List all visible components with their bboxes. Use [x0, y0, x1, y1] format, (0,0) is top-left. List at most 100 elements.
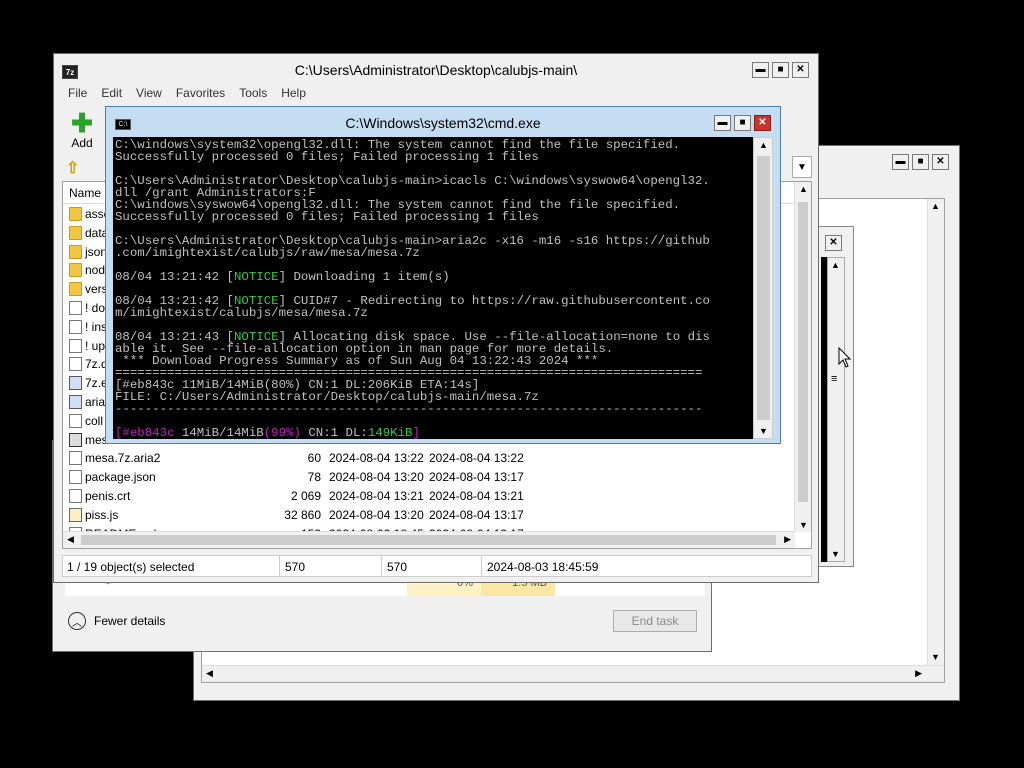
close-icon[interactable]: ✕ [754, 115, 771, 131]
vertical-scrollbar[interactable]: ▲ ▼ [927, 199, 944, 682]
close-icon[interactable]: ✕ [932, 154, 949, 170]
file-name: aria [85, 395, 106, 409]
file-modified: 2024-08-04 13:22 [329, 451, 424, 466]
horizontal-scrollbar[interactable]: ◀ ▶ [63, 531, 795, 548]
scroll-thumb[interactable] [81, 535, 776, 545]
vertical-scrollbar[interactable]: ▲ ▼ [794, 182, 811, 532]
mouse-cursor-icon [838, 347, 852, 368]
file-row[interactable]: mesa.7z.aria2 60 2024-08-04 13:22 2024-08-0… [63, 449, 793, 468]
script-icon [69, 413, 82, 428]
menu-help[interactable]: Help [281, 86, 306, 100]
horizontal-scrollbar[interactable]: ◀ ▶ [202, 665, 944, 682]
scroll-down-arrow-icon[interactable]: ▼ [759, 426, 768, 436]
menu-file[interactable]: File [68, 86, 87, 100]
scroll-down-arrow-icon[interactable]: ▼ [931, 652, 940, 662]
console-line: ----------------------------------------… [115, 402, 703, 416]
file-created: 2024-08-04 13:17 [429, 470, 524, 485]
scroll-grip-icon[interactable]: ≡ [831, 373, 837, 385]
scroll-up-arrow-icon[interactable]: ▲ [931, 201, 940, 211]
fewer-details-label: Fewer details [94, 614, 166, 628]
file-name: mesa.7z.aria2 [85, 451, 161, 466]
scroll-thumb[interactable] [757, 156, 770, 420]
cmd-window[interactable]: C:\ C:\Windows\system32\cmd.exe ▬ ■ ✕ C:… [105, 106, 781, 444]
scroll-up-arrow-icon[interactable]: ▲ [831, 260, 840, 270]
add-label: Add [71, 136, 93, 150]
exe-icon [69, 376, 82, 391]
minimize-icon[interactable]: ▬ [892, 154, 909, 170]
folder-icon [69, 263, 82, 278]
file-name: penis.crt [85, 489, 131, 503]
file-size: 78 [307, 470, 321, 485]
scroll-up-arrow-icon[interactable]: ▲ [759, 140, 768, 150]
file-name: coll [85, 413, 104, 428]
scroll-thumb[interactable] [798, 202, 808, 502]
file-icon [69, 489, 82, 503]
address-dropdown-icon[interactable]: ▼ [792, 156, 812, 178]
chevron-up-icon: ︿ [68, 612, 86, 630]
scroll-left-arrow-icon[interactable]: ◀ [67, 534, 74, 545]
minimize-icon[interactable]: ▬ [752, 62, 769, 78]
file-modified: 2024-08-04 13:21 [329, 489, 424, 503]
menu-view[interactable]: View [136, 86, 162, 100]
menu-favorites[interactable]: Favorites [176, 86, 225, 100]
console-line: [#eb843c 14MiB/14MiB(99%) CN:1 DL:149KiB… [115, 426, 420, 439]
scroll-down-arrow-icon[interactable]: ▼ [831, 549, 840, 559]
exe-icon [69, 395, 82, 409]
close-icon[interactable]: ✕ [792, 62, 809, 78]
vertical-scrollbar[interactable]: ▲ ≡ ▼ [827, 257, 845, 562]
menu-bar: File Edit View Favorites Tools Help [68, 86, 306, 100]
dark-side-window[interactable]: ✕ ▲ ≡ ▼ [818, 226, 854, 567]
folder-icon [69, 244, 82, 259]
script-icon [69, 301, 82, 315]
file-name: ! up [85, 338, 106, 353]
file-size: 32 860 [284, 507, 321, 522]
console-line: .com/imightexist/calubjs/raw/mesa/mesa.7… [115, 246, 420, 260]
file-row[interactable]: penis.crt 2 069 2024-08-04 13:21 2024-08-04… [63, 487, 793, 506]
script-icon [69, 338, 82, 353]
scroll-left-arrow-icon[interactable]: ◀ [206, 668, 213, 679]
scroll-up-arrow-icon[interactable]: ▲ [799, 184, 808, 194]
end-task-button[interactable]: End task [613, 610, 697, 632]
maximize-icon[interactable]: ■ [734, 115, 751, 131]
console-output[interactable]: C:\windows\system32\opengl32.dll: The sy… [113, 137, 753, 439]
status-bar: 1 / 19 object(s) selected 570 570 2024-0… [62, 555, 812, 577]
file-created: 2024-08-04 13:17 [429, 507, 524, 522]
archive-icon [69, 432, 82, 447]
file-name: piss.js [85, 507, 119, 522]
folder-icon [69, 225, 82, 240]
status-divider [279, 556, 280, 576]
file-row[interactable]: piss.js 32 860 2024-08-04 13:20 2024-08-04 … [63, 506, 793, 525]
file-size: 60 [307, 451, 321, 466]
fewer-details-button[interactable]: ︿ Fewer details [68, 612, 165, 630]
vertical-scrollbar[interactable]: ▲ ▼ [753, 137, 773, 439]
console-line: Successfully processed 0 files; Failed p… [115, 150, 539, 164]
menu-tools[interactable]: Tools [239, 86, 267, 100]
file-size: 2 069 [290, 489, 321, 503]
maximize-icon[interactable]: ■ [912, 154, 929, 170]
file-row[interactable]: package.json 78 2024-08-04 13:20 2024-08-04… [63, 468, 793, 487]
dll-icon [69, 357, 82, 372]
maximize-icon[interactable]: ■ [772, 62, 789, 78]
column-name-header[interactable]: Name [69, 186, 101, 200]
status-size: 570 [285, 560, 306, 574]
window-title: C:\Users\Administrator\Desktop\calubjs-m… [294, 62, 578, 78]
status-divider [381, 556, 382, 576]
js-icon [69, 507, 82, 522]
scroll-right-arrow-icon[interactable]: ▶ [784, 534, 791, 545]
scroll-right-arrow-icon[interactable]: ▶ [915, 668, 922, 679]
folder-up-icon[interactable]: ⇧ [66, 158, 79, 178]
status-date: 2024-08-03 18:45:59 [487, 560, 599, 574]
script-icon [69, 319, 82, 334]
console-line: Successfully processed 0 files; Failed p… [115, 210, 539, 224]
file-icon [69, 470, 82, 485]
file-created: 2024-08-04 13:21 [429, 489, 524, 503]
file-modified: 2024-08-04 13:20 [329, 507, 424, 522]
file-name: package.json [85, 470, 156, 485]
status-divider [481, 556, 482, 576]
add-button[interactable]: ✚ Add [68, 110, 96, 150]
file-name: nod [85, 263, 106, 278]
scroll-down-arrow-icon[interactable]: ▼ [799, 520, 808, 530]
menu-edit[interactable]: Edit [101, 86, 122, 100]
close-icon[interactable]: ✕ [825, 235, 842, 251]
minimize-icon[interactable]: ▬ [714, 115, 731, 131]
